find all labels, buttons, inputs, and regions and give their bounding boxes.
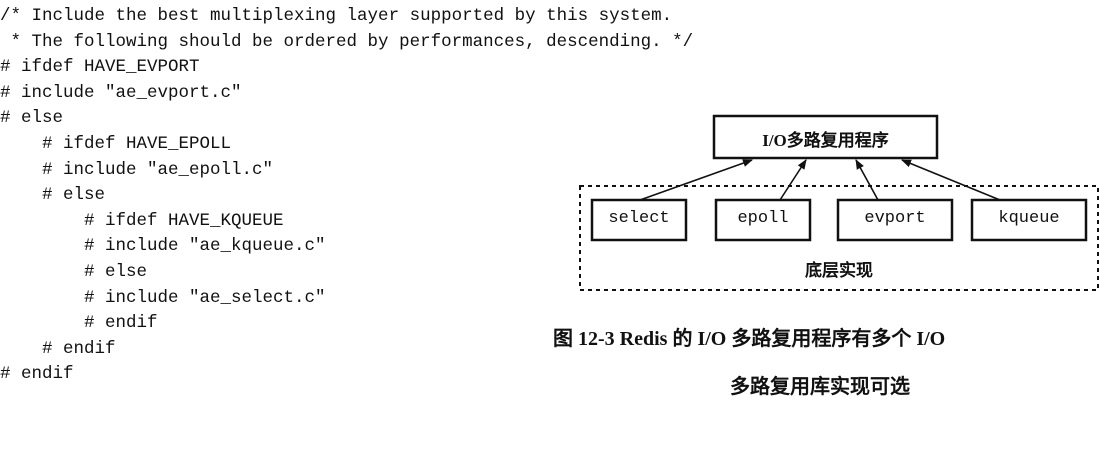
kqueue-label: kqueue	[998, 209, 1060, 228]
arrow-epoll	[779, 159, 807, 201]
epoll-label: epoll	[737, 209, 789, 228]
select-label: select	[608, 209, 670, 228]
arrow-kqueue	[901, 159, 1001, 201]
multiplexing-diagram: I/O多路复用程序 select epoll evport kqueue 底层实…	[0, 0, 1113, 461]
diagram-lines	[579, 114, 1099, 291]
figure-caption-line2: 多路复用库实现可选	[730, 376, 910, 398]
arrow-select	[639, 159, 753, 201]
arrow-evport	[855, 159, 879, 201]
evport-label: evport	[864, 209, 926, 228]
top-box-label: I/O多路复用程序	[762, 131, 889, 150]
group-label: 底层实现	[805, 261, 873, 280]
figure-caption-line1: 图 12-3 Redis 的 I/O 多路复用程序有多个 I/O	[553, 328, 946, 350]
